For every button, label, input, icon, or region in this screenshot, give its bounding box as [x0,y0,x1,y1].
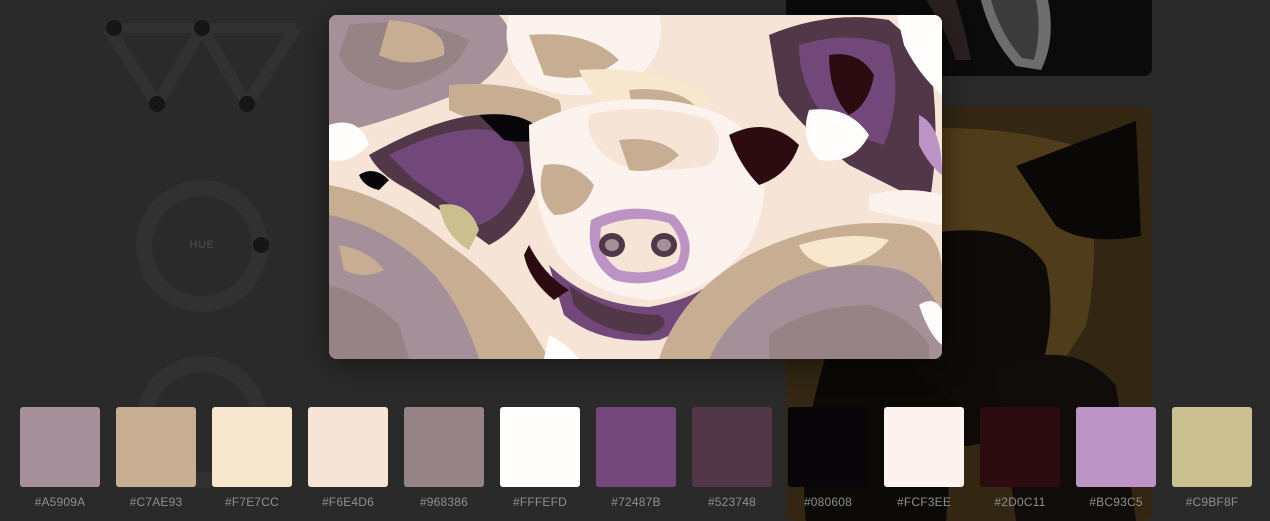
swatch-color[interactable] [692,407,772,487]
palette-swatch[interactable]: #968386 [404,407,484,509]
palette-swatch[interactable]: #C9BF8F [1172,407,1252,509]
swatch-hex-label: #A5909A [34,495,86,509]
pig-image [329,15,942,359]
swatch-color[interactable] [500,407,580,487]
hue-label: HUE [189,239,215,251]
logo-icon [102,20,302,112]
palette-swatch[interactable]: #F7E7CC [212,407,292,509]
swatch-hex-label: #080608 [803,495,853,509]
swatch-hex-label: #C7AE93 [129,495,183,509]
palette-swatch[interactable]: #FCF3EE [884,407,964,509]
palette-swatch[interactable]: #A5909A [20,407,100,509]
swatch-hex-label: #BC93C5 [1089,495,1143,509]
swatch-hex-label: #F6E4D6 [321,495,375,509]
swatch-hex-label: #FFFEFD [512,495,568,509]
swatch-color[interactable] [1076,407,1156,487]
swatch-hex-label: #F7E7CC [224,495,280,509]
swatch-color[interactable] [308,407,388,487]
posterized-image-preview[interactable] [329,15,942,359]
swatch-color[interactable] [116,407,196,487]
palette-swatch[interactable]: #F6E4D6 [308,407,388,509]
palette-swatch[interactable]: #523748 [692,407,772,509]
swatch-hex-label: #C9BF8F [1185,495,1239,509]
palette-swatch[interactable]: #FFFEFD [500,407,580,509]
palette-swatch[interactable]: #080608 [788,407,868,509]
swatch-color[interactable] [212,407,292,487]
swatch-hex-label: #968386 [419,495,469,509]
swatch-color[interactable] [788,407,868,487]
swatch-hex-label: #523748 [707,495,757,509]
hue-handle [253,237,269,253]
swatch-hex-label: #72487B [611,495,661,509]
swatch-hex-label: #FCF3EE [896,495,952,509]
palette-swatch[interactable]: #72487B [596,407,676,509]
swatch-color[interactable] [884,407,964,487]
palette-swatch[interactable]: #C7AE93 [116,407,196,509]
palette-swatch[interactable]: #2D0C11 [980,407,1060,509]
swatch-color[interactable] [1172,407,1252,487]
swatch-color[interactable] [20,407,100,487]
swatch-color[interactable] [980,407,1060,487]
palette-swatch[interactable]: #BC93C5 [1076,407,1156,509]
swatch-color[interactable] [404,407,484,487]
swatch-color[interactable] [596,407,676,487]
swatch-hex-label: #2D0C11 [994,495,1046,509]
palette-swatch-row: #A5909A #C7AE93 #F7E7CC #F6E4D6 #968386 … [20,407,1252,517]
